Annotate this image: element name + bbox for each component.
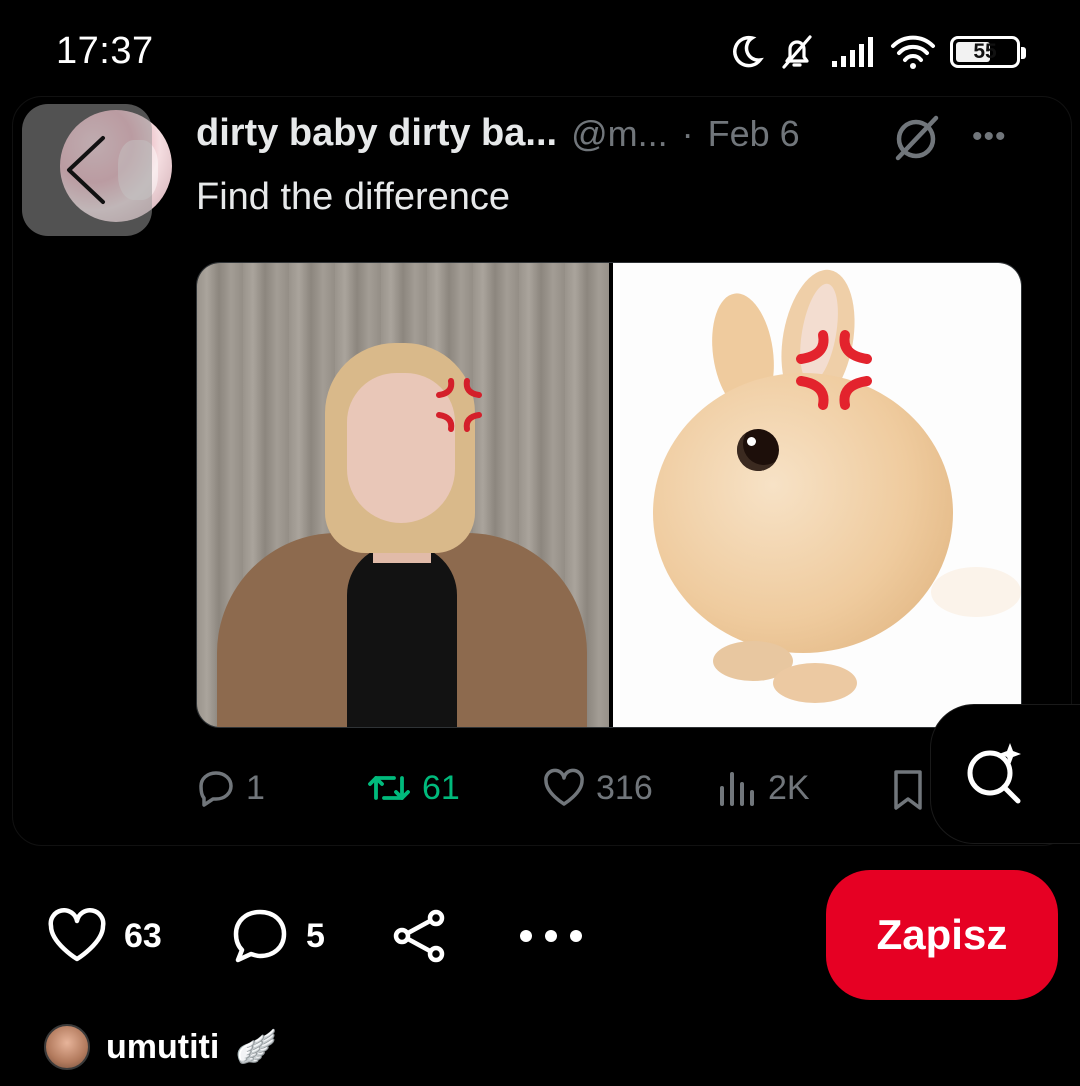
like-button[interactable]: 316 bbox=[542, 768, 653, 808]
retweet-count: 61 bbox=[422, 768, 460, 807]
pin-like-button[interactable]: 63 bbox=[46, 904, 162, 968]
bookmark-icon bbox=[894, 770, 922, 810]
back-button[interactable] bbox=[22, 104, 152, 236]
visual-search-button[interactable] bbox=[930, 704, 1080, 844]
chevron-left-icon bbox=[67, 136, 105, 204]
retweet-button[interactable]: 61 bbox=[366, 768, 460, 808]
battery-level: 55 bbox=[973, 40, 997, 63]
creator-row[interactable]: umutiti 🪽 bbox=[44, 1024, 278, 1070]
anger-symbol-icon bbox=[436, 378, 482, 432]
tweet-author-name[interactable]: dirty baby dirty ba... bbox=[196, 112, 557, 155]
bunny-photo bbox=[613, 263, 1021, 727]
save-button[interactable]: Zapisz bbox=[826, 870, 1058, 1000]
tweet-more-icon[interactable]: ••• bbox=[972, 120, 1007, 154]
creator-name[interactable]: umutiti bbox=[106, 1028, 219, 1067]
wifi-icon bbox=[891, 35, 935, 69]
status-bar: 17:37 55 bbox=[0, 0, 1080, 100]
heart-icon bbox=[48, 908, 106, 962]
person-photo bbox=[197, 263, 609, 727]
views-count: 2K bbox=[768, 768, 810, 807]
signal-icon bbox=[832, 37, 873, 67]
pin-share-button[interactable] bbox=[390, 904, 450, 968]
grok-icon[interactable] bbox=[890, 112, 942, 164]
comment-icon bbox=[233, 909, 287, 963]
moon-icon bbox=[733, 35, 764, 68]
pin-comment-button[interactable]: 5 bbox=[230, 904, 325, 968]
bookmark-button[interactable] bbox=[890, 768, 926, 812]
reply-count: 1 bbox=[246, 768, 265, 807]
tweet-date[interactable]: Feb 6 bbox=[708, 113, 800, 155]
like-count: 316 bbox=[596, 768, 653, 807]
tweet-header: dirty baby dirty ba... @m... · Feb 6 bbox=[196, 112, 800, 155]
visual-search-icon bbox=[967, 743, 1021, 804]
pin-comment-count: 5 bbox=[306, 916, 325, 955]
views-icon bbox=[720, 772, 754, 806]
header-separator: · bbox=[681, 112, 694, 154]
pin-like-count: 63 bbox=[124, 916, 162, 955]
status-time: 17:37 bbox=[56, 30, 154, 72]
tweet-text: Find the difference bbox=[196, 176, 511, 218]
anger-symbol-icon bbox=[796, 330, 872, 410]
tweet-author-handle[interactable]: @m... bbox=[571, 113, 668, 155]
retweet-icon bbox=[368, 776, 410, 800]
tweet-actions: 1 61 316 2K bbox=[196, 768, 936, 818]
pin-more-button[interactable] bbox=[516, 904, 586, 968]
more-icon bbox=[520, 930, 582, 942]
share-icon bbox=[393, 909, 445, 963]
bell-off-icon bbox=[782, 35, 812, 69]
reply-button[interactable]: 1 bbox=[196, 768, 265, 808]
tweet-media[interactable] bbox=[196, 262, 1022, 728]
battery-icon: 55 bbox=[950, 36, 1026, 68]
creator-badge: 🪽 bbox=[235, 1028, 278, 1066]
heart-icon bbox=[544, 768, 584, 806]
reply-icon bbox=[199, 771, 233, 807]
pin-actions: 63 5 bbox=[46, 904, 606, 968]
status-icons: 55 bbox=[728, 30, 1026, 74]
views-button[interactable]: 2K bbox=[716, 768, 810, 808]
creator-avatar[interactable] bbox=[44, 1024, 90, 1070]
